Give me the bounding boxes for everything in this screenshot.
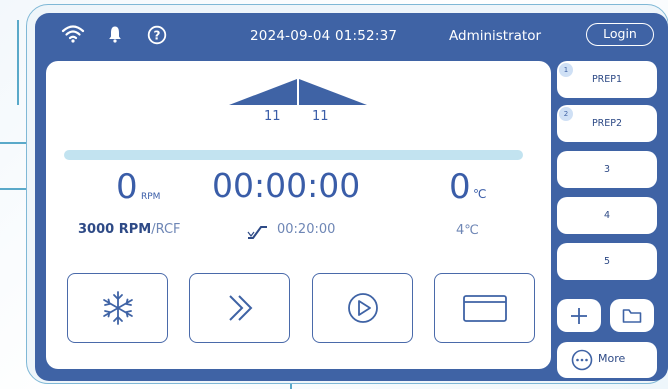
user-name: Administrator (449, 28, 542, 44)
program-slot-label: 5 (603, 256, 611, 267)
open-folder-button[interactable] (610, 299, 654, 332)
program-slot-badge: 1 (559, 63, 573, 77)
time-setting[interactable]: 00:20:00 (277, 222, 335, 237)
folder-icon (622, 308, 642, 328)
add-program-button[interactable] (557, 299, 601, 332)
ellipsis-icon (571, 349, 593, 374)
more-button[interactable]: More (557, 342, 657, 378)
program-slot-badge: 2 (559, 107, 573, 121)
speed-setting-suffix: /RCF (151, 222, 181, 237)
start-button[interactable] (312, 273, 413, 343)
program-slot-3[interactable]: 3 (557, 151, 657, 188)
speed-setting[interactable]: 3000 RPM/RCF (78, 222, 181, 237)
temp-value: 0 (449, 167, 471, 207)
login-button[interactable]: Login (586, 23, 654, 46)
lid-button[interactable] (434, 273, 535, 343)
time-value: 00:00:00 (212, 166, 361, 205)
cool-button[interactable] (67, 273, 168, 343)
help-icon[interactable]: ? (147, 25, 167, 49)
more-label: More (598, 352, 626, 365)
svg-text:?: ? (154, 28, 161, 42)
program-slot-label: 3 (603, 164, 611, 175)
device-screen: ? 2024-09-04 01:52:37 Administrator Logi… (35, 13, 668, 381)
rotor-value-right: 11 (312, 109, 329, 124)
status-bar: ? 2024-09-04 01:52:37 Administrator Logi… (35, 13, 668, 57)
wifi-icon[interactable] (61, 25, 85, 47)
program-slot-4[interactable]: 4 (557, 197, 657, 234)
speed-value: 0 (116, 167, 138, 207)
progress-track (64, 150, 523, 160)
program-slot-label: PREP2 (591, 118, 623, 129)
temp-setting[interactable]: 4℃ (456, 223, 479, 238)
datetime-display: 2024-09-04 01:52:37 (250, 28, 398, 44)
main-panel: 11 11 0 RPM 3000 RPM/RCF 00:00:00 00:20:… (46, 61, 551, 369)
bell-icon[interactable] (108, 25, 122, 47)
rotor-value-left: 11 (264, 109, 281, 124)
program-slot-1[interactable]: 1 PREP1 (557, 61, 657, 98)
plus-icon (569, 306, 589, 330)
program-slot-label: 4 (603, 210, 611, 221)
program-slot-label: PREP1 (591, 74, 623, 85)
rotor-indicator (229, 77, 367, 107)
callout-line-left-vertical (17, 20, 19, 105)
program-slot-2[interactable]: 2 PREP2 (557, 105, 657, 142)
fast-forward-button[interactable] (189, 273, 290, 343)
temp-unit: ℃ (473, 187, 487, 201)
speed-unit: RPM (141, 192, 161, 202)
program-slot-5[interactable]: 5 (557, 243, 657, 280)
speed-setting-value: 3000 RPM (78, 222, 152, 237)
ramp-icon (245, 224, 269, 244)
